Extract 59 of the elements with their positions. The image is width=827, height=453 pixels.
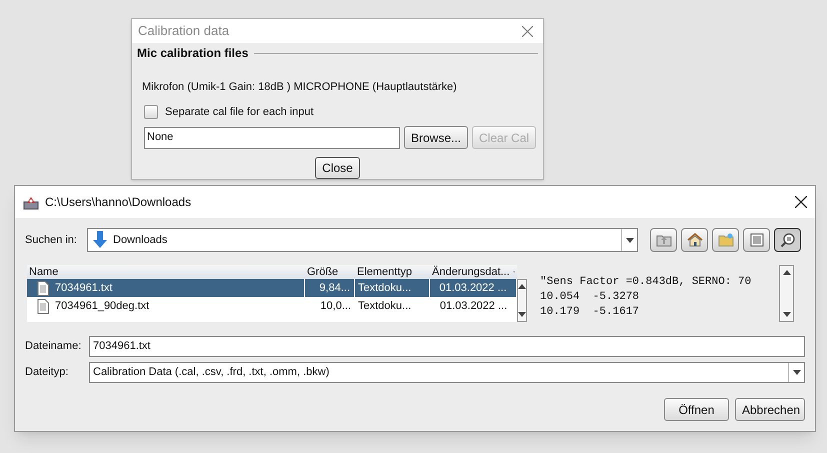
- preview-line: 10.054 -5.3278: [540, 290, 640, 305]
- filetype-value: Calibration Data (.cal, .csv, .frd, .txt, .omm, .bkw): [92, 365, 330, 380]
- file-type: Textdoku...: [357, 298, 412, 314]
- device-label: Mikrofon (Umik-1 Gain: 18dB ) MICROPHONE (Hauptlautstärke): [142, 80, 458, 95]
- caret-icon: [626, 238, 634, 242]
- home-icon: [686, 233, 702, 247]
- scrollbar[interactable]: [779, 265, 794, 322]
- calibration-file-field[interactable]: None: [144, 126, 400, 148]
- look-in-label: Suchen in:: [25, 232, 78, 248]
- caret-icon: [792, 370, 800, 375]
- filetype-label: Dateityp:: [25, 365, 70, 380]
- close-icon[interactable]: [795, 196, 807, 208]
- close-button[interactable]: Close: [315, 157, 360, 179]
- scroll-up-icon: [782, 270, 790, 275]
- download-arrow-icon: [92, 231, 108, 249]
- group-title: Mic calibration files: [137, 45, 248, 62]
- dropdown-arrow[interactable]: [621, 229, 637, 251]
- list-view-icon: [750, 233, 764, 247]
- magnifier-icon: [780, 232, 796, 248]
- file-row[interactable]: 7034961_90deg.txt 10,0... Textdoku... 01.03.2022 ...: [27, 297, 517, 315]
- open-button[interactable]: Öffnen: [664, 398, 729, 421]
- browse-button[interactable]: Browse...: [404, 126, 468, 149]
- folder-up-icon: [656, 233, 672, 247]
- filetype-dropdown[interactable]: Calibration Data (.cal, .csv, .frd, .txt, .omm, .bkw): [89, 362, 805, 383]
- home-button[interactable]: [681, 228, 708, 252]
- column-header[interactable]: Name: [27, 265, 305, 279]
- preview-line: "Sens Factor =0.843dB, SERNO: 70: [540, 275, 752, 290]
- details-view-button[interactable]: [774, 228, 801, 252]
- file-date: 01.03.2022 ...: [438, 298, 508, 314]
- file-size: 9,84...: [305, 279, 355, 297]
- look-in-dropdown[interactable]: Downloads: [87, 228, 638, 252]
- checkbox[interactable]: [144, 104, 158, 119]
- app-icon: [23, 194, 39, 210]
- file-type: Textdoku...: [355, 279, 430, 297]
- filename-field[interactable]: 7034961.txt: [89, 336, 805, 357]
- list-view-button[interactable]: [743, 228, 770, 252]
- filename-label: Dateiname:: [25, 339, 82, 354]
- file-date: 01.03.2022 ...: [430, 279, 517, 297]
- column-header[interactable]: Größe: [305, 265, 355, 279]
- preview-line: 10.179 -5.1617: [540, 305, 640, 320]
- window-title: C:\Users\hanno\Downloads: [45, 194, 192, 211]
- column-header[interactable]: Änderungsdat...: [430, 265, 517, 279]
- folder-icon: [718, 233, 734, 247]
- scroll-up-icon: [518, 284, 526, 289]
- file-size: 10,0...: [319, 298, 352, 314]
- window-title: Calibration data: [138, 22, 230, 40]
- scroll-down-icon: [518, 312, 526, 317]
- scrollbar[interactable]: [517, 279, 527, 322]
- column-header[interactable]: Elementtyp: [355, 265, 430, 279]
- look-in-value: Downloads: [113, 232, 168, 248]
- file-name: 7034961_90deg.txt: [55, 298, 150, 314]
- document-icon: [37, 298, 49, 314]
- scroll-down-icon: [782, 312, 790, 317]
- dropdown-arrow[interactable]: [788, 363, 804, 382]
- checkbox-label: Separate cal file for each input: [165, 104, 314, 120]
- cancel-button[interactable]: Abbrechen: [735, 398, 805, 421]
- up-folder-button[interactable]: [650, 228, 677, 252]
- file-name: 7034961.txt: [55, 280, 112, 296]
- new-folder-button[interactable]: [712, 228, 739, 252]
